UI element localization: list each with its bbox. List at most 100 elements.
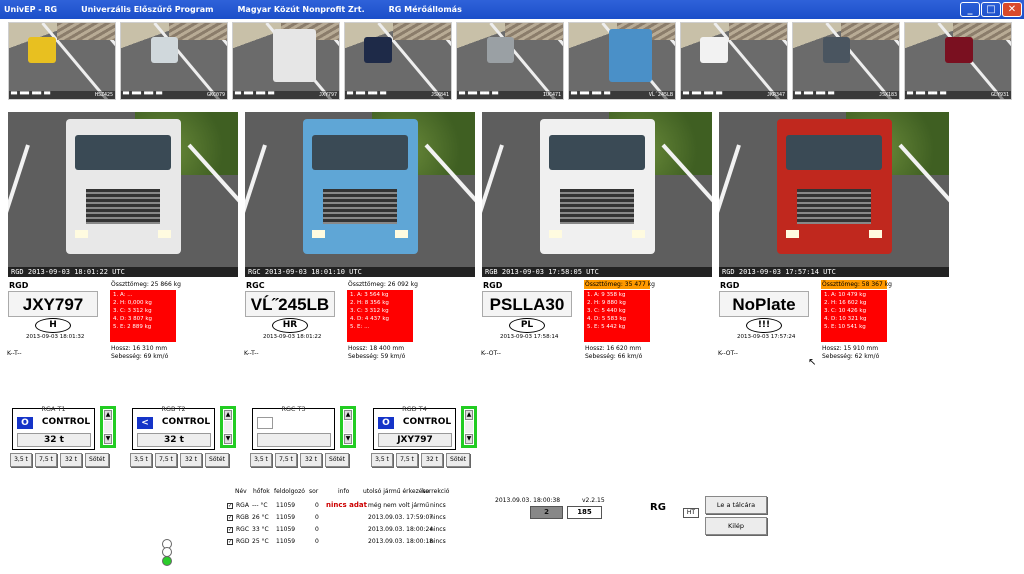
total-weight: Összttömeg: 26 092 kg — [348, 281, 418, 288]
minimize-to-tray-button[interactable]: Le a tálcára — [705, 496, 767, 514]
table-header: Név — [235, 488, 247, 495]
table-header: hőfok — [253, 488, 270, 495]
lane-camera-view[interactable]: RGD 2013-09-03 17:57:14 UTC — [719, 112, 949, 277]
preset-button[interactable]: 32 t — [300, 453, 322, 467]
threshold-spinner[interactable]: ▲ ▼ — [100, 406, 116, 448]
preset-button[interactable]: 3,5 t — [10, 453, 32, 467]
axle-weights: 1. A: 3 564 kg 2. H: 8 356 kg 3. C: 3 312 … — [347, 290, 413, 342]
country-code: PL — [509, 318, 545, 333]
thumbnail-image[interactable]: ▀▀ ▀▀▀ ▀▀▀ ▀▀ JKR347 — [680, 22, 788, 100]
threshold-spinner[interactable]: ▲ ▼ — [220, 406, 236, 448]
detection-time: 2013-09-03 17:58:14 — [500, 334, 559, 340]
total-weight: Összttömeg: 25 866 kg — [111, 281, 181, 288]
minimize-icon[interactable]: _ — [960, 2, 980, 17]
preset-button[interactable]: 32 t — [60, 453, 82, 467]
thumbnail-plate: GLY931 — [990, 92, 1009, 98]
company-title: Magyar Közút Nonprofit Zrt. — [237, 5, 365, 14]
axle-weight: 1. A: 10 479 kg — [824, 292, 866, 298]
country-code: HR — [272, 318, 308, 333]
preset-button[interactable]: Sötét — [446, 453, 470, 467]
exit-button[interactable]: Kilép — [705, 517, 767, 535]
thumbnail-caption: ▀▀ ▀▀▀ ▀▀▀ ▀▀ — [459, 92, 499, 98]
preset-button[interactable]: 7,5 t — [155, 453, 177, 467]
row-proc: 11059 — [276, 538, 296, 545]
lane-camera-view[interactable]: RGD 2013-09-03 18:01:22 UTC — [8, 112, 238, 277]
preset-button[interactable]: Sötét — [85, 453, 109, 467]
axle-weight: 1. A: 3 564 kg — [350, 292, 389, 298]
row-proc: 11059 — [276, 526, 296, 533]
threshold-spinner[interactable]: ▲ ▼ — [461, 406, 477, 448]
station-title: RG Mérőállomás — [388, 5, 462, 14]
axle-weight: 3. C: 10 426 kg — [824, 308, 867, 314]
axle-weight: 1. A: 9 358 kg — [587, 292, 626, 298]
thumbnail-image[interactable]: ▀▀ ▀▀▀ ▀▀▀ ▀▀ VĹ˝245LB — [568, 22, 676, 100]
plate-number: JXY797 — [8, 291, 98, 317]
row-temp: 33 °C — [252, 526, 269, 533]
row-proc: 11059 — [276, 514, 296, 521]
vehicle-icon — [364, 36, 392, 63]
axle-weights: 1. A: 10 479 kg 2. H: 16 602 kg 3. C: 10 4… — [821, 290, 887, 342]
lane-control-panel: RGD T4 O CONTROL JXY797 — [373, 405, 456, 450]
thumbnail-image[interactable]: ▀▀ ▀▀▀ ▀▀▀ ▀▀ HSZ425 — [8, 22, 116, 100]
control-mode: CONTROL — [402, 417, 452, 427]
row-checkbox[interactable]: ✓ — [227, 503, 233, 509]
arrow-up-icon[interactable]: ▲ — [344, 410, 352, 420]
preset-button[interactable]: Sötét — [325, 453, 349, 467]
table-header: info — [338, 488, 350, 495]
lane-camera-view[interactable]: RGB 2013-09-03 17:58:05 UTC — [482, 112, 712, 277]
plate-number: PSLLA30 — [482, 291, 572, 317]
row-checkbox[interactable]: ✓ — [227, 539, 233, 545]
axle-weight: 4. D: 5 583 kg — [587, 316, 627, 322]
thumbnail-image[interactable]: ▀▀ ▀▀▀ ▀▀▀ ▀▀ JXY797 — [232, 22, 340, 100]
plate-number: NoPlate — [719, 291, 809, 317]
app-title: UnivEP - RG — [4, 5, 58, 14]
arrow-down-icon[interactable]: ▼ — [344, 434, 352, 444]
arrow-down-icon[interactable]: ▼ — [224, 434, 232, 444]
thumbnail-image[interactable]: ▀▀ ▀▀▀ ▀▀▀ ▀▀ JSX183 — [792, 22, 900, 100]
preset-button[interactable]: 3,5 t — [250, 453, 272, 467]
arrow-down-icon[interactable]: ▼ — [465, 434, 473, 444]
thumbnail-caption: ▀▀ ▀▀▀ ▀▀▀ ▀▀ — [123, 92, 163, 98]
thumbnail-plate: VĹ˝245LB — [648, 92, 673, 98]
preset-button[interactable]: Sötét — [205, 453, 229, 467]
threshold-spinner[interactable]: ▲ ▼ — [340, 406, 356, 448]
lane-camera-view[interactable]: RGC 2013-09-03 18:01:10 UTC — [245, 112, 475, 277]
version-label: v2.2.15 — [582, 497, 605, 504]
arrow-up-icon[interactable]: ▲ — [465, 410, 473, 420]
thumbnail-image[interactable]: ▀▀ ▀▀▀ ▀▀▀ ▀▀ IUC471 — [456, 22, 564, 100]
thumbnail-image[interactable]: ▀▀ ▀▀▀ ▀▀▀ ▀▀ GKC079 — [120, 22, 228, 100]
vehicle-speed: Sebesség: 66 km/ó — [585, 353, 643, 360]
thumbnail-image[interactable]: ▀▀ ▀▀▀ ▀▀▀ ▀▀ GLY931 — [904, 22, 1012, 100]
table-header: sor — [309, 488, 319, 495]
thumbnail-image[interactable]: ▀▀ ▀▀▀ ▀▀▀ ▀▀ JSX841 — [344, 22, 452, 100]
row-checkbox[interactable]: ✓ — [227, 527, 233, 533]
flag-box: HT — [683, 508, 699, 518]
preset-button[interactable]: 3,5 t — [371, 453, 393, 467]
close-icon[interactable]: ✕ — [1002, 2, 1022, 17]
preset-button[interactable]: 7,5 t — [396, 453, 418, 467]
row-last: 2013.09.03. 18:00:24 — [368, 526, 434, 533]
thumbnail-caption: ▀▀ ▀▀▀ ▀▀▀ ▀▀ — [235, 92, 275, 98]
row-queue: 0 — [315, 514, 319, 521]
thumbnail-plate: JXY797 — [318, 92, 337, 98]
light-green-icon — [162, 556, 172, 566]
preset-button[interactable]: 7,5 t — [275, 453, 297, 467]
vehicle-icon — [609, 29, 652, 83]
axle-weight: 4. D: 4 437 kg — [350, 316, 390, 322]
table-header: korrekció — [422, 488, 450, 495]
vehicle-icon — [822, 36, 851, 63]
arrow-down-icon[interactable]: ▼ — [104, 434, 112, 444]
total-weight: Összttömeg: 35 477 kg — [585, 281, 655, 288]
status-datetime: 2013.09.03. 18:00:38 — [495, 497, 561, 504]
maximize-icon[interactable]: □ — [981, 2, 1001, 17]
arrow-up-icon[interactable]: ▲ — [224, 410, 232, 420]
arrow-up-icon[interactable]: ▲ — [104, 410, 112, 420]
row-checkbox[interactable]: ✓ — [227, 515, 233, 521]
row-temp: 25 °C — [252, 538, 269, 545]
row-temp: --- °C — [252, 502, 268, 509]
axle-weight: 2. H: 9 880 kg — [587, 300, 626, 306]
preset-button[interactable]: 32 t — [421, 453, 443, 467]
preset-button[interactable]: 7,5 t — [35, 453, 57, 467]
preset-button[interactable]: 3,5 t — [130, 453, 152, 467]
preset-button[interactable]: 32 t — [180, 453, 202, 467]
